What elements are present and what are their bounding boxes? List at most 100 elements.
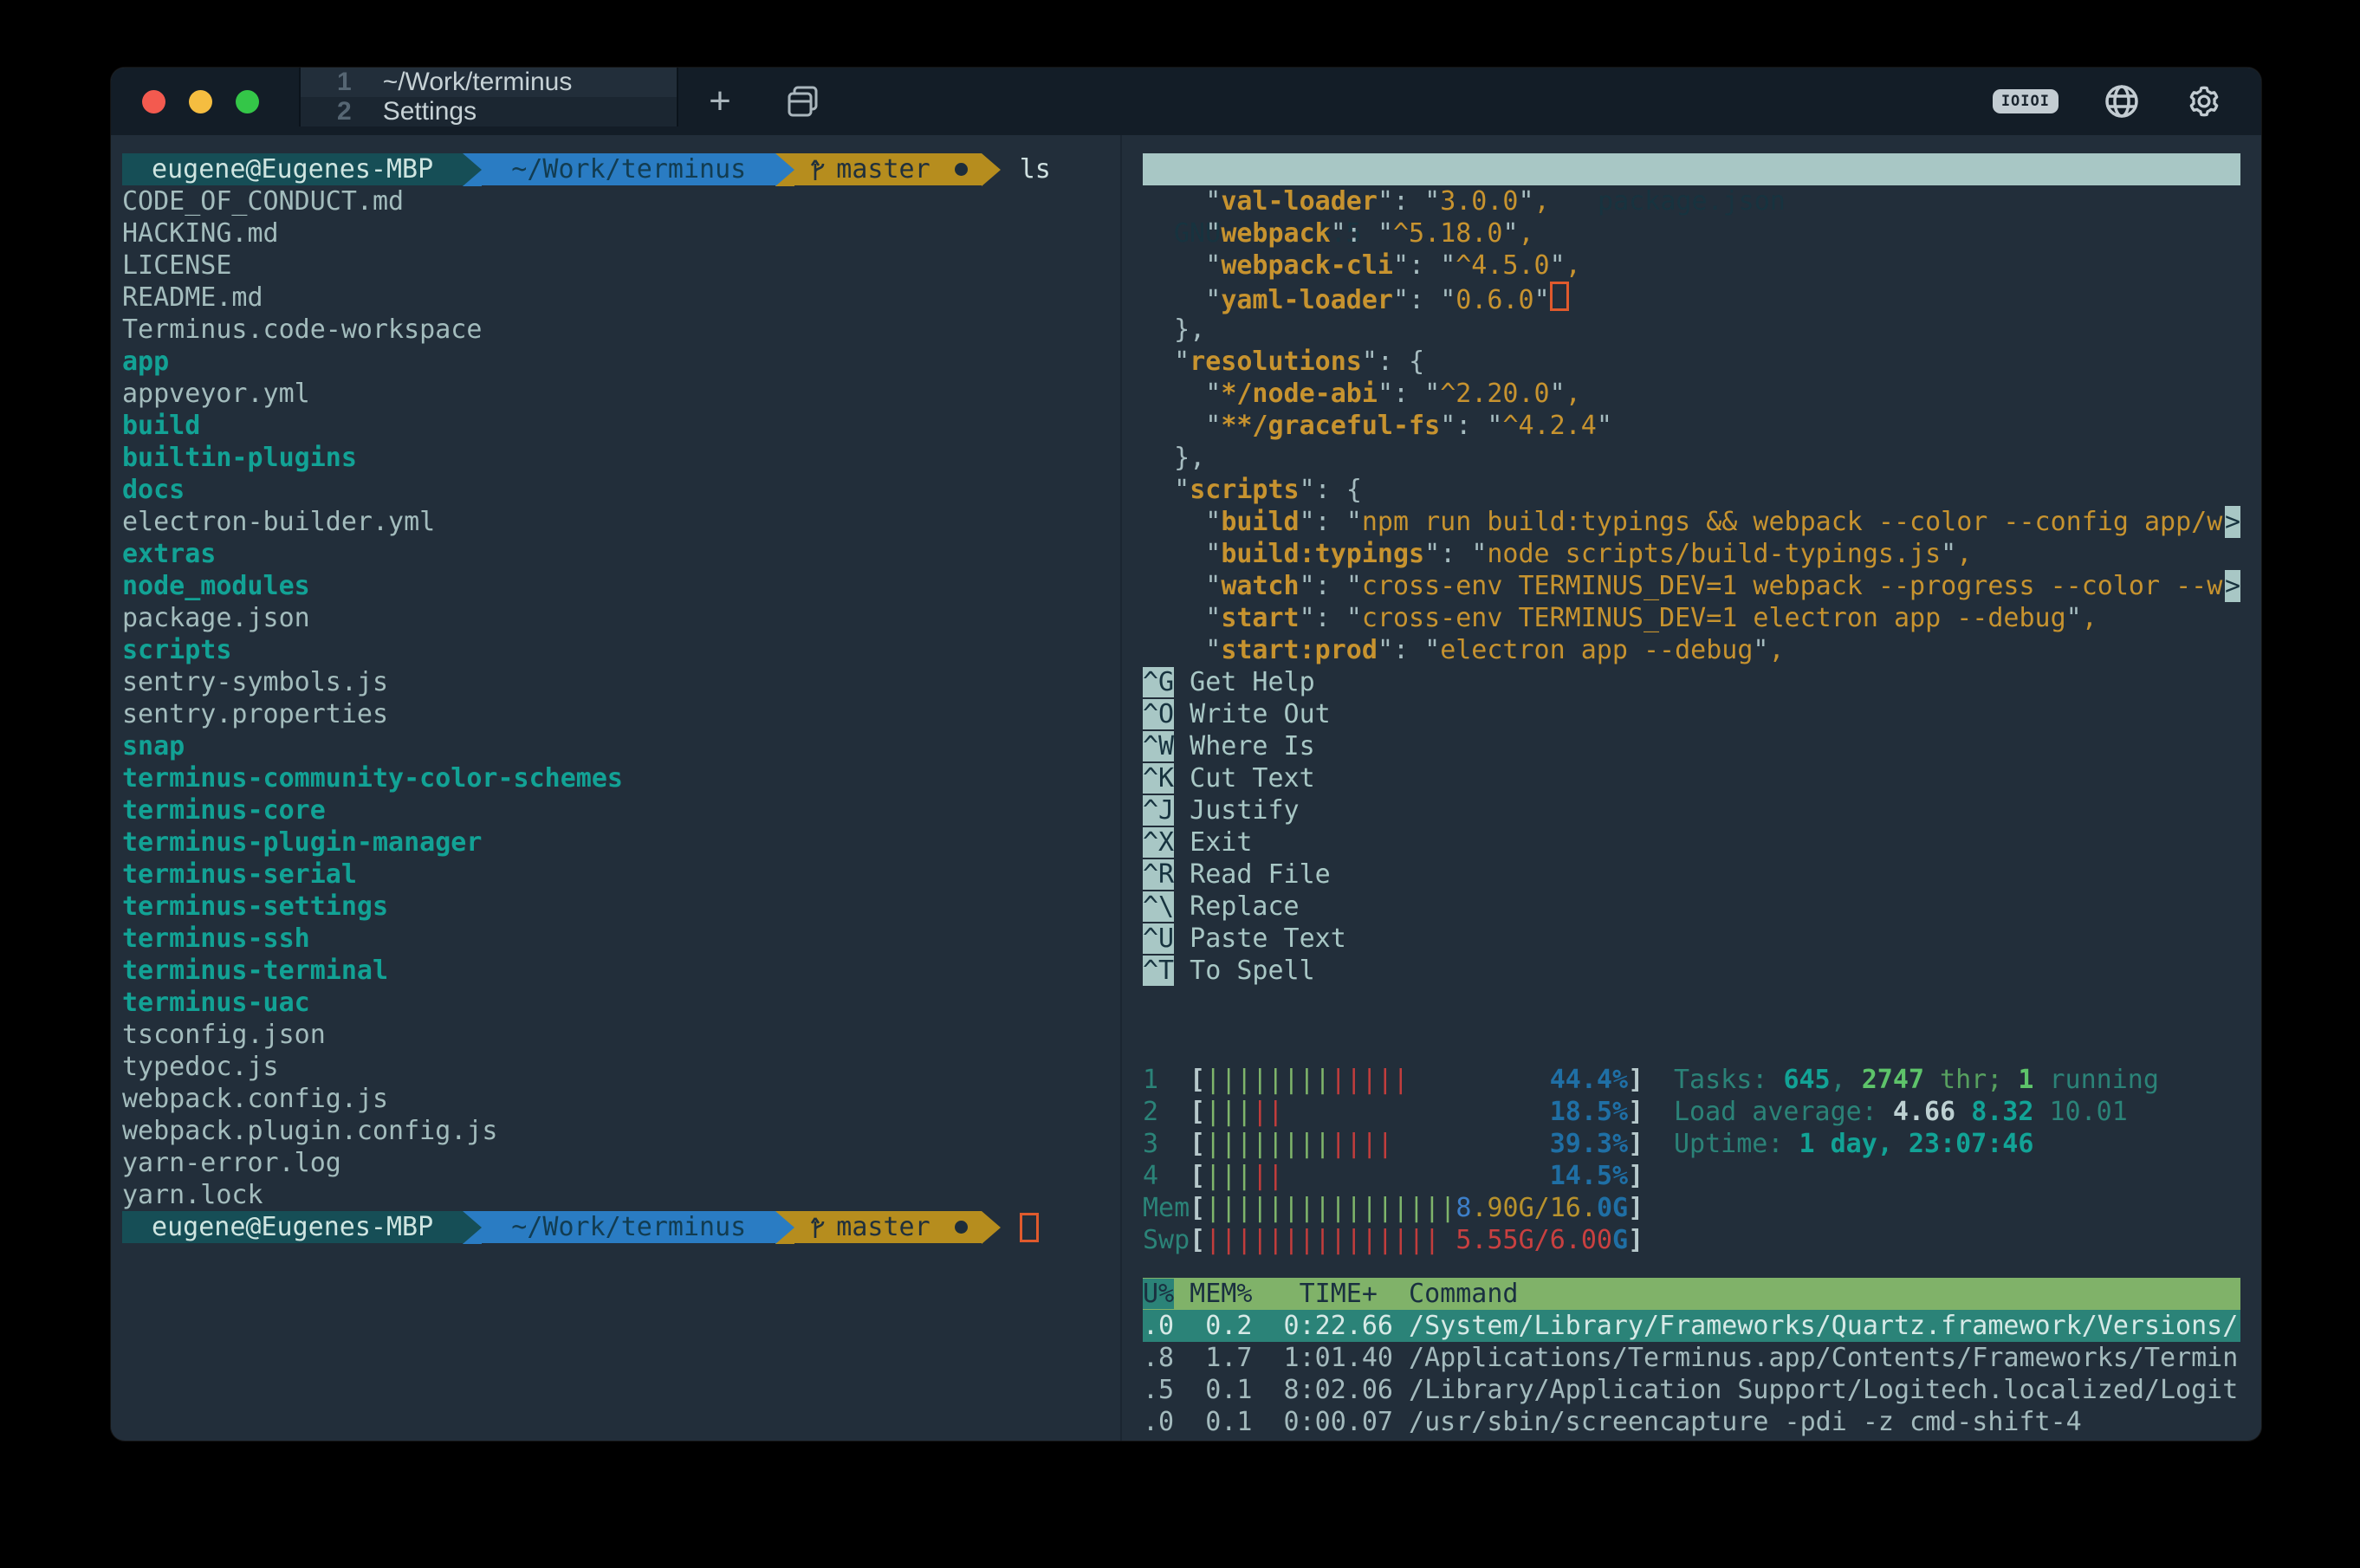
- prompt-git-segment: master: [794, 1211, 981, 1243]
- ls-entry: package.json: [122, 602, 1120, 634]
- ls-entry: webpack.config.js: [122, 1083, 1120, 1115]
- htop-tasks-summary: Tasks: 645, 2747 thr; 1 runningLoad aver…: [1674, 1064, 2159, 1256]
- process-row-selected[interactable]: .0 0.2 0:22.66 /System/Library/Framework…: [1143, 1310, 2240, 1342]
- ls-entry: sentry-symbols.js: [122, 666, 1120, 698]
- tab-bar: 1 ~/Work/terminus2Settings + IOIOI: [111, 68, 2261, 135]
- git-dirty-dot-icon: [955, 1221, 968, 1234]
- git-dirty-dot-icon: [955, 163, 968, 176]
- typed-command: ls: [1001, 153, 1051, 185]
- ls-entry: terminus-serial: [122, 859, 1120, 891]
- ls-entry: terminus-core: [122, 794, 1120, 826]
- ls-entry: tsconfig.json: [122, 1019, 1120, 1051]
- nano-line: },: [1143, 314, 2240, 346]
- gear-icon[interactable]: [2185, 82, 2223, 120]
- terminal-area: eugene@Eugenes-MBP ~/Work/terminus maste…: [111, 135, 2261, 1441]
- nano-line: "resolutions": {: [1143, 346, 2240, 378]
- tab-number: 1: [337, 68, 352, 97]
- ls-entry: terminus-settings: [122, 891, 1120, 923]
- nano-line-overflow-marker: >: [2225, 570, 2240, 602]
- nano-shortcut-to-spell: ^T To Spell: [1143, 955, 2240, 987]
- process-row[interactable]: .8 1.7 1:01.40 /Applications/Terminus.ap…: [1143, 1342, 2240, 1374]
- prompt-user-segment: eugene@Eugenes-MBP: [122, 153, 463, 185]
- terminal-pane-tools[interactable]: package.json GNU nano 4.5 "val-loader": …: [1122, 135, 2261, 1441]
- process-row[interactable]: .0 0.1 0:00.07 /usr/sbin/screencapture -…: [1143, 1406, 2240, 1438]
- nano-line: "start:prod": "electron app --debug",: [1143, 634, 2240, 666]
- nano-titlebar: package.json GNU nano 4.5: [1143, 153, 2240, 185]
- traffic-lights: [111, 68, 299, 135]
- ls-entry: snap: [122, 730, 1120, 762]
- ls-entry: app: [122, 346, 1120, 378]
- ls-entry: yarn.lock: [122, 1179, 1120, 1211]
- split-pane-icon[interactable]: [762, 68, 845, 135]
- ls-entry: CODE_OF_CONDUCT.md: [122, 185, 1120, 217]
- ls-entry: appveyor.yml: [122, 378, 1120, 410]
- nano-line: "start": "cross-env TERMINUS_DEV=1 elect…: [1143, 602, 2240, 634]
- nano-line: "watch": "cross-env TERMINUS_DEV=1 webpa…: [1143, 570, 2240, 602]
- tab-number: 2: [337, 97, 352, 126]
- process-row[interactable]: .7 0.0 10:18.09 /Applications/ZeroTier O…: [1143, 1438, 2240, 1441]
- nano-line: "scripts": {: [1143, 474, 2240, 506]
- htop-summary-line: Tasks: 645, 2747 thr; 1 running: [1674, 1064, 2159, 1096]
- shell-prompt: eugene@Eugenes-MBP ~/Work/terminus maste…: [122, 153, 1120, 185]
- tab-title: ~/Work/terminus: [383, 68, 573, 97]
- nano-line: "**/graceful-fs": "^4.2.4": [1143, 410, 2240, 442]
- ls-entry: scripts: [122, 634, 1120, 666]
- ls-entry: sentry.properties: [122, 698, 1120, 730]
- ls-entry: LICENSE: [122, 249, 1120, 282]
- nano-shortcut-write-out: ^O Write Out: [1143, 698, 2240, 730]
- git-branch-icon: [808, 1215, 827, 1241]
- nano-line: "yaml-loader": "0.6.0": [1143, 282, 2240, 314]
- sort-column-header[interactable]: U%: [1143, 1279, 1174, 1309]
- htop-meter: 2 [|||||18.5%]: [1143, 1096, 1650, 1128]
- git-branch-name: master: [836, 153, 945, 185]
- ls-entry: yarn-error.log: [122, 1147, 1120, 1179]
- ls-entry: terminus-plugin-manager: [122, 826, 1120, 859]
- htop-meter: Mem[||||||||||||||||8.90G/16.0G]: [1143, 1192, 1650, 1224]
- process-table-header[interactable]: U% MEM% TIME+ Command: [1143, 1278, 2240, 1310]
- nano-shortcut-get-help: ^G Get Help: [1143, 666, 2240, 698]
- globe-icon[interactable]: [2104, 83, 2140, 120]
- ls-entry: docs: [122, 474, 1120, 506]
- nano-line: "build:typings": "node scripts/build-typ…: [1143, 538, 2240, 570]
- tab--work-terminus[interactable]: 1 ~/Work/terminus: [299, 68, 678, 97]
- nano-cursor: [1550, 282, 1569, 311]
- nano-line-overflow-marker: >: [2225, 506, 2240, 538]
- nano-line: },: [1143, 442, 2240, 474]
- process-row[interactable]: .5 0.1 8:02.06 /Library/Application Supp…: [1143, 1374, 2240, 1406]
- terminal-pane-shell[interactable]: eugene@Eugenes-MBP ~/Work/terminus maste…: [111, 135, 1120, 1441]
- nano-line: "webpack-cli": "^4.5.0",: [1143, 249, 2240, 282]
- prompt-path-segment: ~/Work/terminus: [482, 153, 775, 185]
- htop-summary-line: Uptime: 1 day, 23:07:46: [1674, 1128, 2159, 1160]
- shell-prompt: eugene@Eugenes-MBP ~/Work/terminus maste…: [122, 1211, 1120, 1243]
- nano-editor-content: "val-loader": "3.0.0", "webpack": "^5.18…: [1143, 185, 2240, 666]
- prompt-path-segment: ~/Work/terminus: [482, 1211, 775, 1243]
- ls-entry: build: [122, 410, 1120, 442]
- serial-port-icon[interactable]: IOIOI: [1993, 89, 2059, 113]
- htop-meter: 1 [|||||||||||||44.4%]: [1143, 1064, 1650, 1096]
- terminal-window: 1~/Work/terminus2Settings + IOIOI: [111, 68, 2261, 1441]
- close-window-button[interactable]: [142, 90, 165, 113]
- nano-line: "webpack": "^5.18.0",: [1143, 217, 2240, 249]
- ls-entry: typedoc.js: [122, 1051, 1120, 1083]
- tab-settings[interactable]: 2Settings: [299, 97, 678, 126]
- ls-entry: extras: [122, 538, 1120, 570]
- htop-meters: 1 [|||||||||||||44.4%]2 [|||||18.5%]3 [|…: [1143, 1064, 1650, 1256]
- prompt-user-segment: eugene@Eugenes-MBP: [122, 1211, 463, 1243]
- ls-entry: webpack.plugin.config.js: [122, 1115, 1120, 1147]
- nano-shortcut-exit: ^X Exit: [1143, 826, 2240, 859]
- ls-entry: electron-builder.yml: [122, 506, 1120, 538]
- new-tab-button[interactable]: +: [678, 68, 762, 135]
- nano-shortcut-bar: ^G Get Help^O Write Out^W Where Is^K Cut…: [1143, 666, 2240, 987]
- nano-shortcut-replace: ^\ Replace: [1143, 891, 2240, 923]
- tabs-container: 1 ~/Work/terminus2Settings: [299, 68, 678, 135]
- htop-meter: 3 [||||||||||||39.3%]: [1143, 1128, 1650, 1160]
- prompt-git-segment: master: [794, 153, 981, 185]
- shell-cursor: [1020, 1213, 1039, 1242]
- nano-shortcut-where-is: ^W Where Is: [1143, 730, 2240, 762]
- minimize-window-button[interactable]: [189, 90, 212, 113]
- maximize-window-button[interactable]: [236, 90, 259, 113]
- ls-entry: terminus-ssh: [122, 923, 1120, 955]
- nano-shortcut-read-file: ^R Read File: [1143, 859, 2240, 891]
- nano-shortcut-cut-text: ^K Cut Text: [1143, 762, 2240, 794]
- nano-shortcut-paste-text: ^U Paste Text: [1143, 923, 2240, 955]
